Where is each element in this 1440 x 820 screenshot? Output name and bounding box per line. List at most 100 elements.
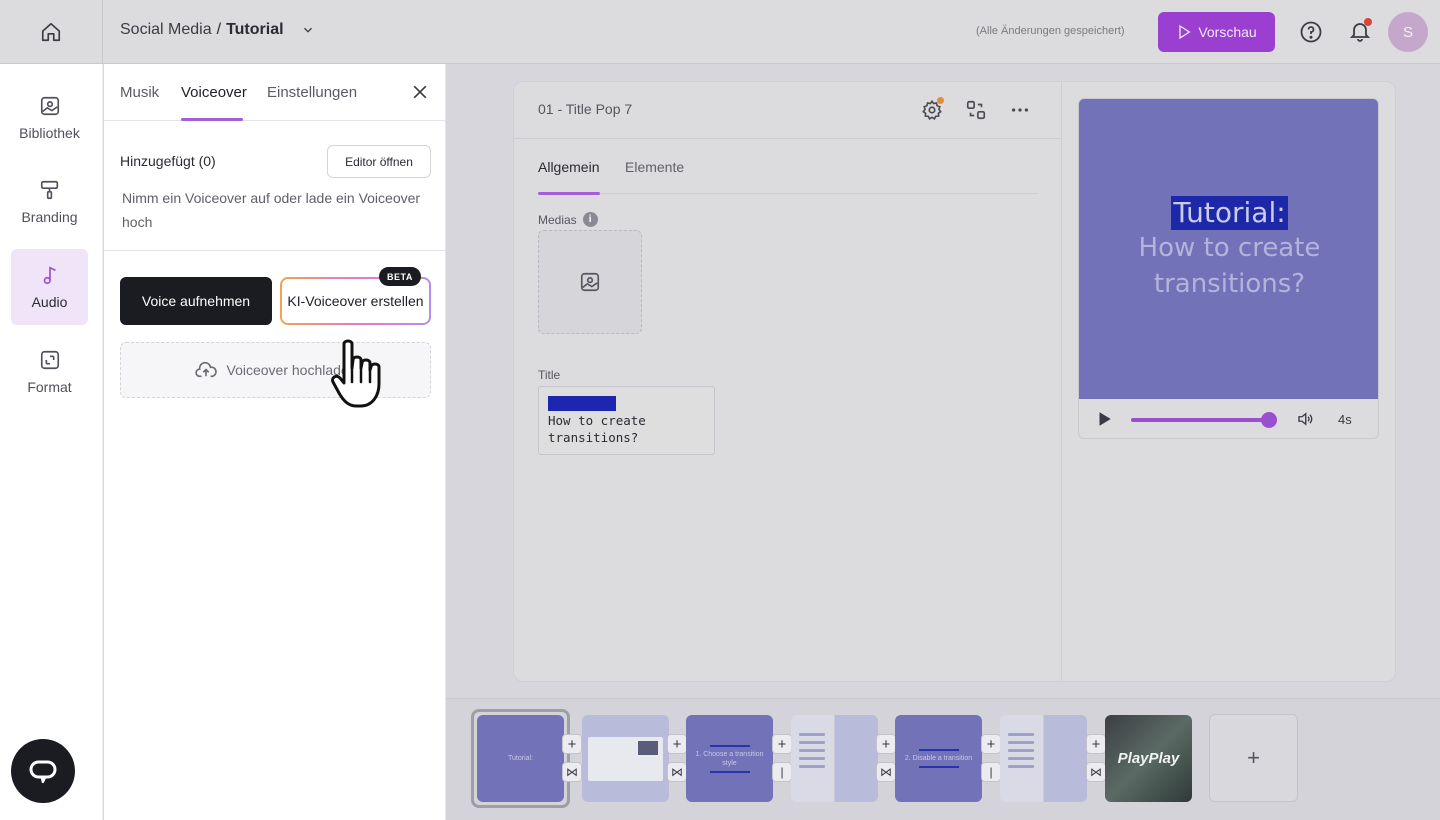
breadcrumb-separator: / [216, 21, 222, 38]
music-note-icon [43, 266, 56, 285]
add-slide-button[interactable]: + [1209, 714, 1298, 802]
rail-item-label: Branding [21, 209, 78, 225]
tab-musik[interactable]: Musik [120, 84, 159, 101]
slide-thumbnail-text-wrap: 1. Choose a transition style [686, 715, 773, 802]
close-icon[interactable] [410, 82, 430, 102]
preview-canvas: Tutorial: How to create transitions? [1079, 99, 1378, 399]
added-count-label: Hinzugefügt (0) [120, 153, 216, 169]
title-line-2: How to create [548, 413, 646, 428]
transition-button[interactable]: | [981, 762, 1001, 782]
transition-button[interactable]: ⋈ [1086, 762, 1106, 782]
add-slide-after-button[interactable]: + [876, 734, 896, 754]
preview-line-3: transitions? [1153, 269, 1306, 299]
preview-line-1: Tutorial: [1171, 196, 1288, 230]
progress-track[interactable] [1131, 418, 1271, 422]
paint-roller-icon [40, 180, 58, 200]
help-icon[interactable] [1299, 20, 1323, 44]
beta-badge: BETA [379, 267, 421, 286]
title-line-3: transitions? [548, 430, 639, 445]
divider [1061, 82, 1062, 681]
rail-item-label: Audio [31, 294, 68, 310]
playplay-logo-text: PlayPlay [1117, 750, 1180, 767]
slide-thumbnail-7[interactable]: PlayPlay [1105, 715, 1192, 802]
title-field-label: Title [538, 368, 561, 382]
preview-button[interactable]: Vorschau [1158, 12, 1275, 52]
slide-preview: Tutorial: How to create transitions? 4s [1078, 98, 1379, 439]
resize-icon [40, 350, 59, 370]
slide-thumbnail-bar [918, 766, 959, 768]
divider [538, 193, 1038, 194]
slide-thumbnail-4[interactable] [791, 715, 878, 802]
slide-thumbnail-text: 1. Choose a transition style [695, 750, 764, 767]
preview-player: 4s [1079, 399, 1378, 438]
tab-einstellungen[interactable]: Einstellungen [267, 84, 357, 101]
save-status: (Alle Änderungen gespeichert) [976, 25, 1125, 37]
notification-dot [937, 97, 944, 104]
record-voice-button[interactable]: Voice aufnehmen [120, 277, 272, 325]
slide-thumbnail-bar [709, 744, 750, 747]
home-icon [41, 22, 61, 42]
transition-button[interactable]: ⋈ [876, 762, 896, 782]
hand-pointer-cursor-icon [331, 339, 381, 408]
divider [104, 250, 446, 251]
info-icon[interactable]: i [582, 212, 598, 227]
volume-icon[interactable] [1295, 410, 1315, 428]
audio-panel: Musik Voiceover Einstellungen Hinzugefüg… [104, 64, 446, 820]
slide-thumbnail-bar [709, 770, 750, 773]
slide-thumbnail-text: Tutorial: [507, 755, 534, 762]
medias-label: Medias i [538, 212, 598, 227]
play-outline-icon [1179, 24, 1191, 40]
active-tab-indicator [181, 118, 243, 121]
tab-elemente[interactable]: Elemente [625, 159, 684, 175]
rail-item-branding[interactable]: Branding [11, 164, 88, 240]
top-bar: Social Media / Tutorial (Alle Änderungen… [0, 0, 1440, 64]
panel-tabs: Musik Voiceover Einstellungen [104, 64, 446, 121]
preview-button-label: Vorschau [1198, 24, 1257, 40]
slide-thumbnail-6[interactable] [1000, 715, 1087, 802]
rail-item-bibliothek[interactable]: Bibliothek [11, 80, 88, 156]
medias-label-text: Medias [538, 212, 577, 227]
slide-thumbnail-lines [799, 733, 825, 768]
tab-voiceover[interactable]: Voiceover [181, 84, 247, 101]
rail-item-label: Bibliothek [19, 125, 80, 141]
chevron-down-icon[interactable] [301, 23, 315, 37]
transition-button[interactable]: | [772, 762, 792, 782]
play-icon[interactable] [1095, 410, 1113, 428]
breadcrumb-project[interactable]: Social Media [120, 21, 212, 39]
rail-item-audio[interactable]: Audio [11, 249, 88, 325]
breadcrumb[interactable]: Social Media / Tutorial [120, 21, 315, 39]
slide-thumbnail-5[interactable]: 2. Disable a transition [895, 715, 982, 802]
transition-button[interactable]: ⋈ [562, 762, 582, 782]
add-slide-after-button[interactable]: + [562, 734, 582, 754]
swap-layout-icon[interactable] [965, 99, 987, 121]
transition-button[interactable]: ⋈ [667, 762, 687, 782]
duration-label: 4s [1338, 412, 1352, 427]
slide-thumbnail-1[interactable]: Tutorial: [477, 715, 564, 802]
breadcrumb-current[interactable]: Tutorial [226, 21, 283, 39]
slide-thumbnail-2[interactable] [582, 715, 669, 802]
add-slide-after-button[interactable]: + [1086, 734, 1106, 754]
notification-dot [1364, 18, 1372, 26]
slide-thumbnail-text-wrap: 2. Disable a transition [895, 715, 982, 802]
tab-allgemein[interactable]: Allgemein [538, 159, 599, 175]
image-icon [580, 272, 600, 292]
more-options-icon[interactable] [1009, 99, 1031, 121]
avatar[interactable]: S [1388, 12, 1428, 52]
media-dropzone[interactable] [538, 230, 642, 334]
rail-item-label: Format [27, 379, 72, 395]
divider [514, 138, 1061, 139]
open-editor-button[interactable]: Editor öffnen [327, 145, 431, 178]
rail-item-format[interactable]: Format [11, 334, 88, 410]
add-slide-after-button[interactable]: + [772, 734, 792, 754]
slide-thumbnail-3[interactable]: 1. Choose a transition style [686, 715, 773, 802]
image-icon [40, 96, 59, 116]
chat-button[interactable] [11, 739, 75, 803]
add-slide-after-button[interactable]: + [981, 734, 1001, 754]
title-input[interactable]: Tutorial: How to create transitions? [538, 386, 715, 455]
voiceover-hint: Nimm ein Voiceover auf oder lade ein Voi… [122, 190, 421, 230]
home-button[interactable] [0, 0, 103, 64]
add-slide-after-button[interactable]: + [667, 734, 687, 754]
slide-thumbnail-lines [1008, 733, 1034, 768]
progress-handle[interactable] [1261, 412, 1277, 428]
left-rail: Bibliothek Branding Audio Format [0, 64, 103, 820]
